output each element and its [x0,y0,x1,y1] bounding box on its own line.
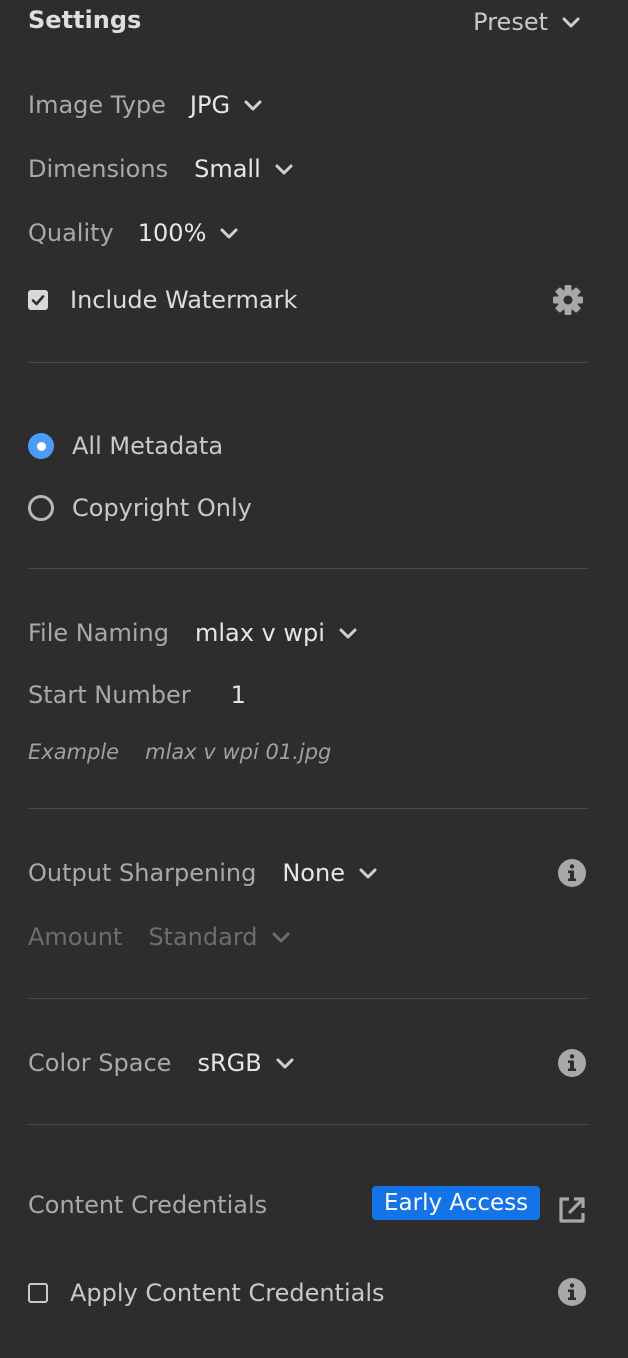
dimensions-value: Small [194,155,261,183]
quality-row: Quality 100% [28,215,240,251]
start-number-row: Start Number 1 [28,677,246,713]
settings-title: Settings [28,6,142,34]
amount-label: Amount [28,923,123,951]
color-space-row: Color Space sRGB [28,1045,296,1081]
file-naming-label: File Naming [28,619,169,647]
early-access-badge: Early Access [372,1186,541,1220]
dimensions-row: Dimensions Small [28,151,295,187]
info-icon[interactable] [557,1048,587,1078]
chevron-down-icon [270,926,292,948]
quality-label: Quality [28,219,114,247]
output-sharpening-row: Output Sharpening None [28,855,379,891]
watermark-label: Include Watermark [70,286,298,314]
radio-button[interactable] [28,495,54,521]
output-sharpening-label: Output Sharpening [28,859,257,887]
content-credentials-row: Content Credentials [28,1187,267,1223]
file-naming-row: File Naming mlax v wpi [28,615,359,651]
color-space-dropdown[interactable]: sRGB [197,1049,295,1077]
gear-icon[interactable] [551,283,585,317]
divider [28,998,588,999]
watermark-row: Include Watermark [28,282,297,318]
file-naming-value: mlax v wpi [194,619,325,647]
start-number-input[interactable]: 1 [231,681,246,709]
dimensions-label: Dimensions [28,155,169,183]
dimensions-dropdown[interactable]: Small [194,155,295,183]
chevron-down-icon [218,222,240,244]
quality-dropdown[interactable]: 100% [138,219,241,247]
radio-label: Copyright Only [72,494,252,522]
chevron-down-icon [357,862,379,884]
example-label: Example [28,740,120,764]
image-type-row: Image Type JPG [28,87,264,123]
apply-content-credentials-row: Apply Content Credentials [28,1275,385,1311]
image-type-value: JPG [189,91,231,119]
external-link-icon[interactable] [556,1194,588,1226]
chevron-down-icon [273,158,295,180]
radio-button-selected[interactable] [28,433,54,459]
chevron-down-icon [242,94,264,116]
output-sharpening-value: None [282,859,345,887]
chevron-down-icon [560,11,582,33]
divider [28,808,588,809]
color-space-value: sRGB [197,1049,262,1077]
preset-dropdown[interactable]: Preset [473,8,582,36]
info-icon[interactable] [557,858,587,888]
output-sharpening-dropdown[interactable]: None [282,859,379,887]
amount-dropdown: Standard [148,923,291,951]
quality-value: 100% [137,219,207,247]
file-naming-dropdown[interactable]: mlax v wpi [195,619,359,647]
image-type-dropdown[interactable]: JPG [190,91,264,119]
example-value: mlax v wpi 01.jpg [145,740,332,764]
example-row: Example mlax v wpi 01.jpg [28,734,331,770]
radio-label: All Metadata [72,432,224,460]
apply-content-credentials-label: Apply Content Credentials [70,1279,385,1307]
info-icon[interactable] [557,1277,587,1307]
color-space-label: Color Space [28,1049,172,1077]
amount-row: Amount Standard [28,919,292,955]
watermark-checkbox[interactable] [28,290,48,310]
apply-content-credentials-checkbox[interactable] [28,1283,48,1303]
divider [28,568,588,569]
divider [28,1124,588,1125]
content-credentials-label: Content Credentials [28,1191,268,1219]
divider [28,362,588,363]
chevron-down-icon [274,1052,296,1074]
start-number-label: Start Number [28,681,191,709]
chevron-down-icon [337,622,359,644]
radio-all-metadata[interactable]: All Metadata [28,428,223,464]
radio-copyright-only[interactable]: Copyright Only [28,490,252,526]
image-type-label: Image Type [28,91,166,119]
preset-label: Preset [473,8,548,36]
amount-value: Standard [148,923,258,951]
checkmark-icon [31,295,45,306]
